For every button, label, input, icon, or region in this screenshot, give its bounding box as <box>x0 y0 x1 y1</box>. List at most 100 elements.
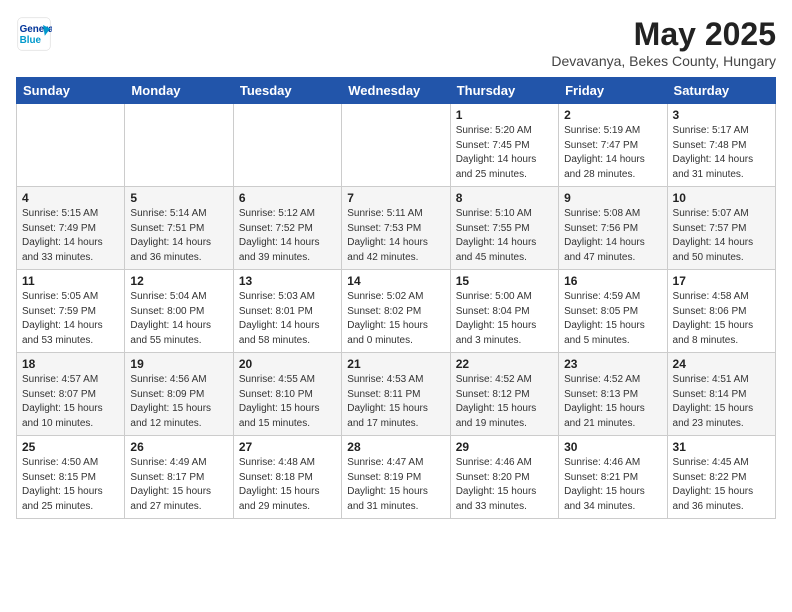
calendar-cell: 9 Sunrise: 5:08 AM Sunset: 7:56 PM Daylig… <box>559 187 667 270</box>
day-number: 15 <box>456 274 553 288</box>
calendar-cell <box>233 104 341 187</box>
dow-header-thursday: Thursday <box>450 78 558 104</box>
day-info: Sunrise: 4:51 AM Sunset: 8:14 PM Dayligh… <box>673 373 770 431</box>
day-number: 3 <box>673 108 770 122</box>
day-info: Sunrise: 5:08 AM Sunset: 7:56 PM Dayligh… <box>564 207 661 265</box>
week-row-1: 1Sunrise: 5:20 AM Sunset: 7:45 PM Daylig… <box>17 104 776 187</box>
day-number: 7 <box>347 191 444 205</box>
day-number: 14 <box>347 274 444 288</box>
calendar-cell <box>342 104 450 187</box>
day-number: 13 <box>239 274 336 288</box>
day-number: 20 <box>239 357 336 371</box>
day-number: 27 <box>239 440 336 454</box>
day-info: Sunrise: 5:04 AM Sunset: 8:00 PM Dayligh… <box>130 290 227 348</box>
week-row-4: 18 Sunrise: 4:57 AM Sunset: 8:07 PM Dayli… <box>17 353 776 436</box>
day-info: Sunrise: 4:55 AM Sunset: 8:10 PM Dayligh… <box>239 373 336 431</box>
day-info: Sunrise: 4:48 AM Sunset: 8:18 PM Dayligh… <box>239 456 336 514</box>
dow-header-saturday: Saturday <box>667 78 775 104</box>
day-number: 26 <box>130 440 227 454</box>
day-info: Sunrise: 4:50 AM Sunset: 8:15 PM Dayligh… <box>22 456 119 514</box>
day-info: Sunrise: 5:14 AM Sunset: 7:51 PM Dayligh… <box>130 207 227 265</box>
calendar-cell: 31 Sunrise: 4:45 AM Sunset: 8:22 PM Dayli… <box>667 436 775 519</box>
day-number: 4 <box>22 191 119 205</box>
day-info: Sunrise: 4:53 AM Sunset: 8:11 PM Dayligh… <box>347 373 444 431</box>
calendar-cell: 23 Sunrise: 4:52 AM Sunset: 8:13 PM Dayli… <box>559 353 667 436</box>
day-info: Sunrise: 4:46 AM Sunset: 8:20 PM Dayligh… <box>456 456 553 514</box>
day-number: 19 <box>130 357 227 371</box>
month-title: May 2025 <box>551 16 776 53</box>
day-number: 11 <box>22 274 119 288</box>
calendar-cell: 17 Sunrise: 4:58 AM Sunset: 8:06 PM Dayli… <box>667 270 775 353</box>
day-info: Sunrise: 5:02 AM Sunset: 8:02 PM Dayligh… <box>347 290 444 348</box>
day-info: Sunrise: 4:58 AM Sunset: 8:06 PM Dayligh… <box>673 290 770 348</box>
logo: General Blue <box>16 16 52 52</box>
day-number: 18 <box>22 357 119 371</box>
day-number: 29 <box>456 440 553 454</box>
calendar-cell: 14 Sunrise: 5:02 AM Sunset: 8:02 PM Dayli… <box>342 270 450 353</box>
day-number: 16 <box>564 274 661 288</box>
calendar-cell: 25 Sunrise: 4:50 AM Sunset: 8:15 PM Dayli… <box>17 436 125 519</box>
day-info: Sunrise: 5:11 AM Sunset: 7:53 PM Dayligh… <box>347 207 444 265</box>
dow-header-wednesday: Wednesday <box>342 78 450 104</box>
calendar-cell <box>125 104 233 187</box>
calendar-cell: 5 Sunrise: 5:14 AM Sunset: 7:51 PM Daylig… <box>125 187 233 270</box>
day-info: Sunrise: 4:59 AM Sunset: 8:05 PM Dayligh… <box>564 290 661 348</box>
calendar-cell: 28 Sunrise: 4:47 AM Sunset: 8:19 PM Dayli… <box>342 436 450 519</box>
day-info: Sunrise: 5:07 AM Sunset: 7:57 PM Dayligh… <box>673 207 770 265</box>
day-number: 28 <box>347 440 444 454</box>
day-info: Sunrise: 5:10 AM Sunset: 7:55 PM Dayligh… <box>456 207 553 265</box>
day-info: Sunrise: 5:12 AM Sunset: 7:52 PM Dayligh… <box>239 207 336 265</box>
calendar-cell: 24Sunrise: 4:51 AM Sunset: 8:14 PM Dayli… <box>667 353 775 436</box>
title-block: May 2025 Devavanya, Bekes County, Hungar… <box>551 16 776 69</box>
day-number: 12 <box>130 274 227 288</box>
dow-header-sunday: Sunday <box>17 78 125 104</box>
day-number: 23 <box>564 357 661 371</box>
calendar-table: SundayMondayTuesdayWednesdayThursdayFrid… <box>16 77 776 519</box>
dow-header-tuesday: Tuesday <box>233 78 341 104</box>
calendar-cell: 4 Sunrise: 5:15 AM Sunset: 7:49 PM Daylig… <box>17 187 125 270</box>
calendar-cell: 29 Sunrise: 4:46 AM Sunset: 8:20 PM Dayli… <box>450 436 558 519</box>
calendar-cell: 27 Sunrise: 4:48 AM Sunset: 8:18 PM Dayli… <box>233 436 341 519</box>
day-number: 5 <box>130 191 227 205</box>
day-info: Sunrise: 4:45 AM Sunset: 8:22 PM Dayligh… <box>673 456 770 514</box>
day-info: Sunrise: 4:52 AM Sunset: 8:13 PM Dayligh… <box>564 373 661 431</box>
logo-icon: General Blue <box>16 16 52 52</box>
calendar-cell: 30Sunrise: 4:46 AM Sunset: 8:21 PM Dayli… <box>559 436 667 519</box>
svg-text:Blue: Blue <box>20 35 42 46</box>
day-info: Sunrise: 5:05 AM Sunset: 7:59 PM Dayligh… <box>22 290 119 348</box>
day-number: 9 <box>564 191 661 205</box>
day-info: Sunrise: 5:17 AM Sunset: 7:48 PM Dayligh… <box>673 124 770 182</box>
week-row-3: 11 Sunrise: 5:05 AM Sunset: 7:59 PM Dayli… <box>17 270 776 353</box>
calendar-cell: 21Sunrise: 4:53 AM Sunset: 8:11 PM Dayli… <box>342 353 450 436</box>
day-info: Sunrise: 4:57 AM Sunset: 8:07 PM Dayligh… <box>22 373 119 431</box>
page-header: General Blue May 2025 Devavanya, Bekes C… <box>16 16 776 69</box>
week-row-5: 25 Sunrise: 4:50 AM Sunset: 8:15 PM Dayli… <box>17 436 776 519</box>
dow-header-monday: Monday <box>125 78 233 104</box>
calendar-cell: 8Sunrise: 5:10 AM Sunset: 7:55 PM Daylig… <box>450 187 558 270</box>
calendar-cell: 10 Sunrise: 5:07 AM Sunset: 7:57 PM Dayli… <box>667 187 775 270</box>
day-info: Sunrise: 4:47 AM Sunset: 8:19 PM Dayligh… <box>347 456 444 514</box>
day-number: 30 <box>564 440 661 454</box>
day-number: 6 <box>239 191 336 205</box>
day-info: Sunrise: 4:52 AM Sunset: 8:12 PM Dayligh… <box>456 373 553 431</box>
calendar-cell: 18 Sunrise: 4:57 AM Sunset: 8:07 PM Dayli… <box>17 353 125 436</box>
calendar-cell: 7 Sunrise: 5:11 AM Sunset: 7:53 PM Daylig… <box>342 187 450 270</box>
calendar-cell: 2Sunrise: 5:19 AM Sunset: 7:47 PM Daylig… <box>559 104 667 187</box>
day-number: 31 <box>673 440 770 454</box>
day-info: Sunrise: 4:56 AM Sunset: 8:09 PM Dayligh… <box>130 373 227 431</box>
day-info: Sunrise: 5:00 AM Sunset: 8:04 PM Dayligh… <box>456 290 553 348</box>
day-number: 1 <box>456 108 553 122</box>
day-number: 10 <box>673 191 770 205</box>
day-number: 25 <box>22 440 119 454</box>
location-subtitle: Devavanya, Bekes County, Hungary <box>551 53 776 69</box>
calendar-cell: 11 Sunrise: 5:05 AM Sunset: 7:59 PM Dayli… <box>17 270 125 353</box>
day-info: Sunrise: 5:15 AM Sunset: 7:49 PM Dayligh… <box>22 207 119 265</box>
day-info: Sunrise: 5:19 AM Sunset: 7:47 PM Dayligh… <box>564 124 661 182</box>
calendar-cell: 6 Sunrise: 5:12 AM Sunset: 7:52 PM Daylig… <box>233 187 341 270</box>
week-row-2: 4 Sunrise: 5:15 AM Sunset: 7:49 PM Daylig… <box>17 187 776 270</box>
calendar-cell: 22 Sunrise: 4:52 AM Sunset: 8:12 PM Dayli… <box>450 353 558 436</box>
calendar-cell: 16 Sunrise: 4:59 AM Sunset: 8:05 PM Dayli… <box>559 270 667 353</box>
calendar-cell: 13Sunrise: 5:03 AM Sunset: 8:01 PM Dayli… <box>233 270 341 353</box>
day-number: 17 <box>673 274 770 288</box>
day-number: 22 <box>456 357 553 371</box>
